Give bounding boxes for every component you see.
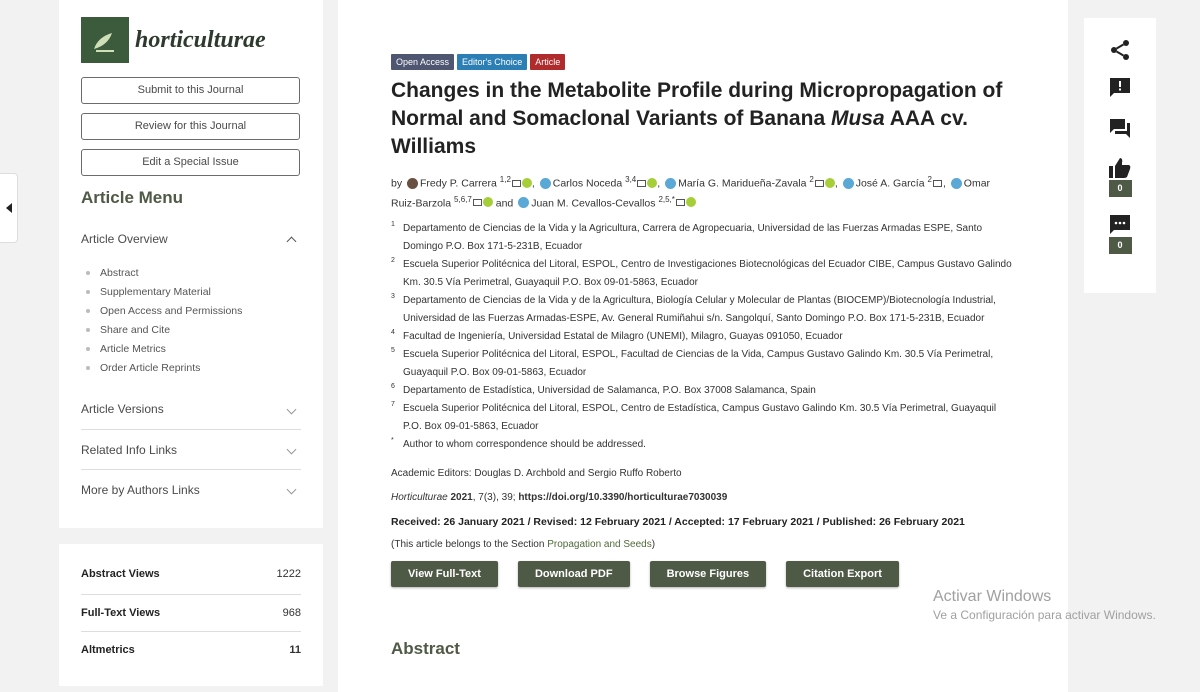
bullet-icon: [86, 365, 90, 370]
menu-item-abstract[interactable]: Abstract: [81, 263, 301, 282]
article-title: Changes in the Metabolite Profile during…: [391, 79, 1003, 158]
stat-row[interactable]: Altmetrics 11: [81, 631, 301, 668]
menu-item-open-access[interactable]: Open Access and Permissions: [81, 301, 301, 320]
email-icon[interactable]: [472, 199, 482, 206]
review-journal-button[interactable]: Review for this Journal: [81, 113, 300, 140]
bullet-icon: [86, 327, 90, 332]
stat-row[interactable]: Abstract Views 1222: [81, 554, 301, 594]
bullet-icon: [86, 270, 90, 275]
author-link[interactable]: Carlos Noceda: [553, 178, 622, 190]
affiliation-item: 3 Departamento de Ciencias de la Vida y d…: [391, 293, 996, 324]
more-by-authors-toggle[interactable]: More by Authors Links: [81, 469, 301, 509]
orcid-icon[interactable]: [685, 197, 696, 207]
overview-list: Abstract Supplementary Material Open Acc…: [81, 263, 301, 377]
doi-link[interactable]: https://doi.org/10.3390/horticulturae703…: [518, 492, 727, 503]
chevron-down-icon: [286, 484, 297, 495]
citation-export-button[interactable]: Citation Export: [786, 561, 899, 587]
like-icon[interactable]: [1108, 156, 1132, 180]
orcid-icon[interactable]: [521, 177, 532, 188]
email-icon[interactable]: [814, 179, 824, 187]
chevron-down-icon: [286, 404, 297, 414]
report-icon[interactable]: [1108, 76, 1132, 100]
open-access-badge: Open Access: [391, 54, 455, 70]
academic-editors: Academic Editors: Douglas D. Archbold an…: [391, 468, 682, 479]
abstract-heading: Abstract: [391, 639, 460, 658]
like-count: 0: [1108, 180, 1132, 197]
author-profile-icon: [539, 177, 551, 189]
article-stats: Abstract Views 1222 Full-Text Views 968 Al…: [59, 544, 323, 686]
correspondence-note: * Author to whom correspondence should be…: [391, 437, 646, 450]
author-profile-icon: [665, 177, 677, 189]
comment-icon[interactable]: [1108, 116, 1132, 140]
orcid-icon[interactable]: [824, 177, 835, 188]
discussion-icon[interactable]: [1108, 213, 1132, 237]
orcid-icon[interactable]: [647, 177, 658, 188]
email-icon[interactable]: [675, 199, 685, 206]
affiliations: 1 Departamento de Ciencias de la Vida y l…: [391, 220, 1016, 454]
editors-choice-badge: Editor's Choice: [457, 54, 528, 70]
article-overview-label: Article Overview: [81, 232, 168, 246]
bullet-icon: [86, 289, 90, 294]
author-profile-icon: [842, 177, 854, 189]
email-icon[interactable]: [511, 179, 521, 187]
view-full-text-button[interactable]: View Full-Text: [391, 561, 498, 587]
citation-line: Horticulturae 2021, 7(3), 39; https://do…: [391, 492, 728, 503]
author-link[interactable]: María G. Maridueña-Zavala: [678, 178, 806, 190]
author-link[interactable]: Fredy P. Carrera: [420, 178, 497, 190]
journal-name: horticulturae: [135, 26, 266, 53]
menu-item-metrics[interactable]: Article Metrics: [81, 339, 301, 358]
orcid-icon[interactable]: [482, 197, 493, 207]
affiliation-item: 5 Escuela Superior Politécnica del Litora…: [391, 347, 994, 378]
left-sidebar: horticulturae Submit to this Journal Rev…: [59, 0, 323, 528]
chevron-down-icon: [286, 444, 297, 455]
section-note: (This article belongs to the Section Pro…: [391, 539, 656, 550]
caret-left-icon: [5, 203, 12, 213]
windows-activation-watermark: Activar Windows Ve a Configuración para …: [933, 588, 1156, 622]
affiliation-item: 1 Departamento de Ciencias de la Vida y l…: [391, 221, 983, 252]
author-link[interactable]: José A. García: [856, 178, 925, 190]
bullet-icon: [86, 346, 90, 351]
affiliation-item: 2 Escuela Superior Politécnica del Litora…: [391, 257, 1012, 288]
email-icon[interactable]: [637, 179, 647, 187]
menu-item-supplementary[interactable]: Supplementary Material: [81, 282, 301, 301]
article-actions: View Full-Text Download PDF Browse Figur…: [391, 561, 1028, 587]
article-overview-toggle[interactable]: Article Overview: [81, 232, 301, 246]
section-link[interactable]: Propagation and Seeds: [547, 539, 652, 550]
article-badges: Open Access Editor's Choice Article: [391, 54, 1028, 70]
related-info-toggle[interactable]: Related Info Links: [81, 429, 301, 469]
journal-logo-mark: [81, 17, 129, 63]
stat-row[interactable]: Full-Text Views 968: [81, 594, 301, 631]
author-photo-icon: [407, 177, 419, 189]
author-profile-icon: [950, 177, 962, 189]
affiliation-item: 7 Escuela Superior Politécnica del Litora…: [391, 401, 997, 432]
share-icon[interactable]: [1108, 38, 1132, 62]
article-type-badge: Article: [530, 54, 566, 70]
bullet-icon: [86, 308, 90, 313]
author-list: by Fredy P. Carrera 1,2, Carlos Noceda 3…: [391, 175, 991, 209]
comment-count: 0: [1108, 237, 1132, 254]
chevron-up-icon: [286, 236, 297, 246]
author-link[interactable]: Juan M. Cevallos-Cevallos: [531, 197, 655, 209]
email-icon[interactable]: [932, 179, 942, 187]
menu-item-reprints[interactable]: Order Article Reprints: [81, 358, 301, 377]
article-menu-title: Article Menu: [81, 188, 184, 207]
author-profile-icon: [518, 197, 530, 208]
submit-journal-button[interactable]: Submit to this Journal: [81, 77, 300, 104]
sidebar-toggle-tab[interactable]: [0, 173, 18, 243]
affiliation-item: 6 Departamento de Estadística, Universida…: [391, 383, 816, 396]
download-pdf-button[interactable]: Download PDF: [517, 561, 630, 587]
journal-logo[interactable]: horticulturae: [81, 17, 301, 63]
affiliation-item: 4 Facultad de Ingeniería, Universidad Est…: [391, 329, 843, 342]
article-meta: Academic Editors: Douglas D. Archbold an…: [391, 468, 1028, 550]
menu-item-share-cite[interactable]: Share and Cite: [81, 320, 301, 339]
article-versions-toggle[interactable]: Article Versions: [81, 389, 301, 429]
share-panel: 0 0: [1084, 18, 1156, 293]
edit-special-issue-button[interactable]: Edit a Special Issue: [81, 149, 300, 176]
browse-figures-button[interactable]: Browse Figures: [649, 561, 767, 587]
article-dates: Received: 26 January 2021 / Revised: 12 …: [391, 516, 965, 528]
